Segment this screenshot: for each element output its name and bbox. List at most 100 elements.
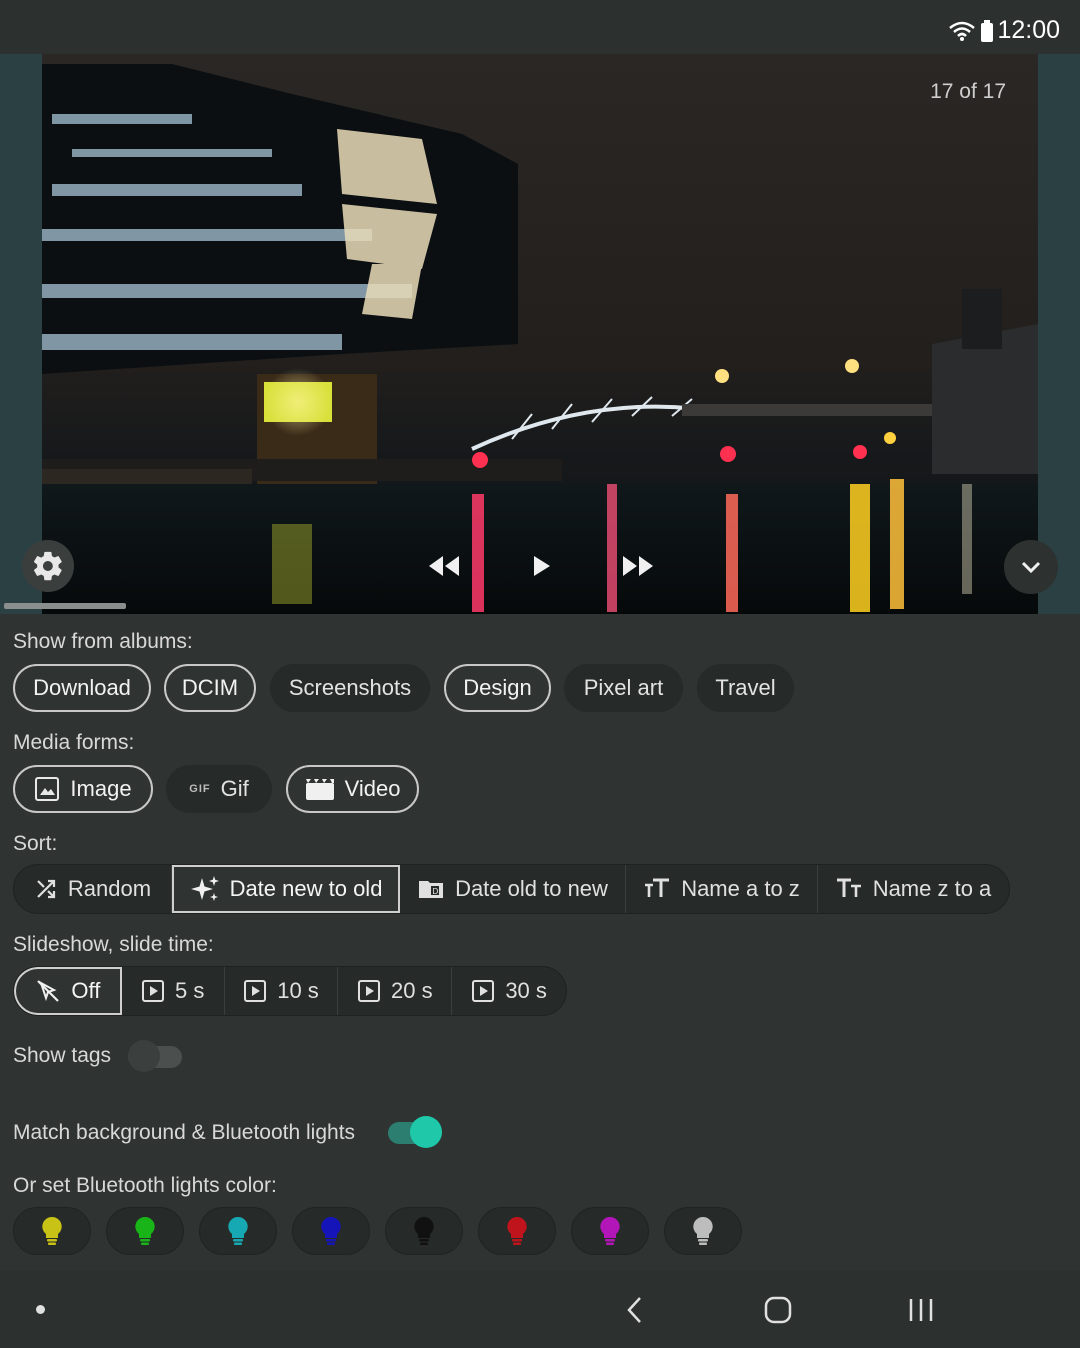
- chevron-down-icon: [1021, 561, 1041, 574]
- nav-home-button[interactable]: [752, 1271, 804, 1348]
- lightbulb-icon: [228, 1216, 248, 1245]
- status-icons: [948, 20, 994, 42]
- folder-date-icon: D: [419, 881, 444, 898]
- slideshow-label: Slideshow, slide time:: [13, 933, 214, 956]
- album-chip-travel[interactable]: Travel: [697, 664, 794, 712]
- playback-progress-bar: [4, 603, 126, 609]
- lightbulb-icon: [42, 1216, 62, 1245]
- play-box-icon: [472, 980, 495, 1002]
- media-chip-video[interactable]: Video: [286, 765, 419, 813]
- lightbulb-icon: [507, 1216, 527, 1245]
- bt-color-red-button[interactable]: [478, 1207, 556, 1255]
- albums-label: Show from albums:: [13, 630, 193, 653]
- sort-random-button[interactable]: Random: [14, 865, 172, 913]
- nav-back-button[interactable]: [610, 1271, 660, 1348]
- album-chip-screenshots[interactable]: Screenshots: [270, 664, 430, 712]
- slide-time-30s-label: 30 s: [505, 978, 547, 1003]
- cursor-off-icon: [37, 980, 60, 1002]
- status-bar: 12:00: [0, 0, 1080, 54]
- text-size-reverse-icon: [836, 878, 861, 897]
- bt-color-black-button[interactable]: [385, 1207, 463, 1255]
- match-background-toggle[interactable]: [388, 1116, 444, 1148]
- media-viewer[interactable]: 17 of 17: [0, 54, 1080, 614]
- album-chip-dcim[interactable]: DCIM: [164, 664, 256, 712]
- media-chip-gif[interactable]: GIF Gif: [166, 765, 272, 813]
- slide-time-10s-button[interactable]: 10 s: [225, 967, 339, 1015]
- rewind-icon: [429, 556, 459, 576]
- rewind-button[interactable]: [420, 548, 468, 584]
- shuffle-icon: [37, 879, 56, 899]
- fast-forward-button[interactable]: [614, 548, 662, 584]
- play-box-icon: [142, 980, 165, 1002]
- lightbulb-icon: [414, 1216, 434, 1245]
- album-chip-design[interactable]: Design: [444, 664, 551, 712]
- status-time: 12:00: [997, 16, 1060, 44]
- sort-random-label: Random: [67, 876, 152, 901]
- slide-time-10s-label: 10 s: [277, 978, 319, 1003]
- text-size-icon: [645, 878, 670, 897]
- match-background-label: Match background & Bluetooth lights: [13, 1121, 356, 1144]
- photo-scene: [42, 64, 1038, 614]
- gif-icon: GIF: [189, 783, 211, 795]
- album-chip-label: Screenshots: [288, 675, 412, 700]
- nav-dot-indicator: [30, 1271, 50, 1348]
- image-icon: [34, 776, 60, 802]
- album-chip-label: Pixel art: [583, 675, 664, 700]
- album-chip-download[interactable]: Download: [13, 664, 151, 712]
- play-button[interactable]: [522, 548, 562, 584]
- album-chip-pixel-art[interactable]: Pixel art: [564, 664, 683, 712]
- lightbulb-icon: [693, 1216, 713, 1245]
- bt-colors-label: Or set Bluetooth lights color:: [13, 1174, 277, 1197]
- album-chip-label: Travel: [715, 675, 776, 700]
- lightbulb-icon: [135, 1216, 155, 1245]
- slide-time-off-button[interactable]: Off: [14, 967, 122, 1015]
- album-chip-label: Design: [463, 675, 532, 700]
- sort-options: Random Date new to old D Date old to new: [13, 864, 1010, 914]
- sort-name-z-to-a-label: Name z to a: [872, 876, 992, 901]
- sort-name-a-to-z-button[interactable]: Name a to z: [626, 865, 818, 913]
- settings-panel: Show from albums: Download DCIM Screenshot…: [0, 614, 1080, 1271]
- nav-recents-button[interactable]: [894, 1271, 948, 1348]
- sort-date-old-to-new-label: Date old to new: [455, 876, 608, 901]
- photo-counter: 17 of 17: [930, 80, 1006, 103]
- play-box-icon: [244, 980, 267, 1002]
- sort-date-old-to-new-button[interactable]: D Date old to new: [400, 865, 626, 913]
- slide-time-20s-label: 20 s: [391, 978, 433, 1003]
- sort-label: Sort:: [13, 832, 58, 855]
- sort-date-new-to-old-button[interactable]: Date new to old: [172, 865, 400, 913]
- media-chip-label: Video: [344, 776, 401, 801]
- bt-color-yellow-button[interactable]: [13, 1207, 91, 1255]
- sparkle-icon: [190, 876, 219, 901]
- album-chip-label: Download: [33, 675, 131, 700]
- media-chip-label: Gif: [220, 776, 249, 801]
- slide-time-30s-button[interactable]: 30 s: [452, 967, 566, 1015]
- show-tags-toggle[interactable]: [128, 1040, 184, 1072]
- bt-color-white-button[interactable]: [664, 1207, 742, 1255]
- fast-forward-icon: [623, 556, 653, 576]
- home-icon: [764, 1296, 792, 1323]
- system-nav-bar: [0, 1271, 1080, 1348]
- slide-time-options: Off 5 s 10 s 20 s 30 s: [13, 966, 567, 1016]
- collapse-button[interactable]: [1004, 540, 1058, 594]
- media-forms-label: Media forms:: [13, 731, 135, 754]
- bt-color-green-button[interactable]: [106, 1207, 184, 1255]
- sort-name-z-to-a-button[interactable]: Name z to a: [818, 865, 1008, 913]
- settings-button[interactable]: [22, 540, 74, 592]
- bt-color-magenta-button[interactable]: [571, 1207, 649, 1255]
- media-chip-image[interactable]: Image: [13, 765, 153, 813]
- bt-color-blue-button[interactable]: [292, 1207, 370, 1255]
- wifi-icon: [949, 21, 975, 41]
- slide-time-20s-button[interactable]: 20 s: [338, 967, 453, 1015]
- slide-time-5s-button[interactable]: 5 s: [122, 967, 225, 1015]
- lightbulb-icon: [321, 1216, 341, 1245]
- play-icon: [534, 556, 550, 576]
- slide-time-off-label: Off: [71, 978, 101, 1003]
- bt-color-cyan-button[interactable]: [199, 1207, 277, 1255]
- sort-date-new-to-old-label: Date new to old: [229, 876, 383, 901]
- clapperboard-icon: [305, 777, 335, 801]
- night-harbor-photo[interactable]: 17 of 17: [42, 54, 1038, 614]
- svg-text:D: D: [432, 887, 438, 896]
- recents-icon: [909, 1298, 933, 1321]
- battery-icon: [981, 20, 993, 42]
- play-box-icon: [358, 980, 381, 1002]
